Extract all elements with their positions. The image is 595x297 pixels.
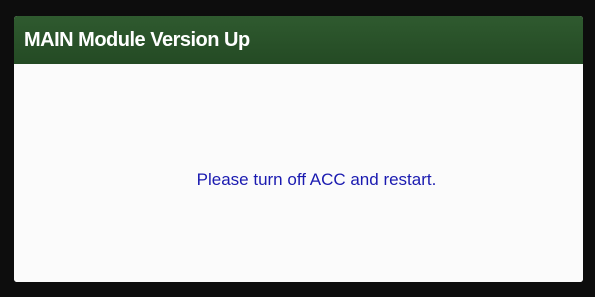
dialog-window: MAIN Module Version Up Please turn off A… xyxy=(14,16,583,282)
dialog-title: MAIN Module Version Up xyxy=(24,28,250,51)
title-bar: MAIN Module Version Up xyxy=(14,16,583,64)
dialog-message: Please turn off ACC and restart. xyxy=(196,170,437,189)
dialog-content: Please turn off ACC and restart. xyxy=(14,64,583,282)
display-bezel: MAIN Module Version Up Please turn off A… xyxy=(0,0,595,297)
